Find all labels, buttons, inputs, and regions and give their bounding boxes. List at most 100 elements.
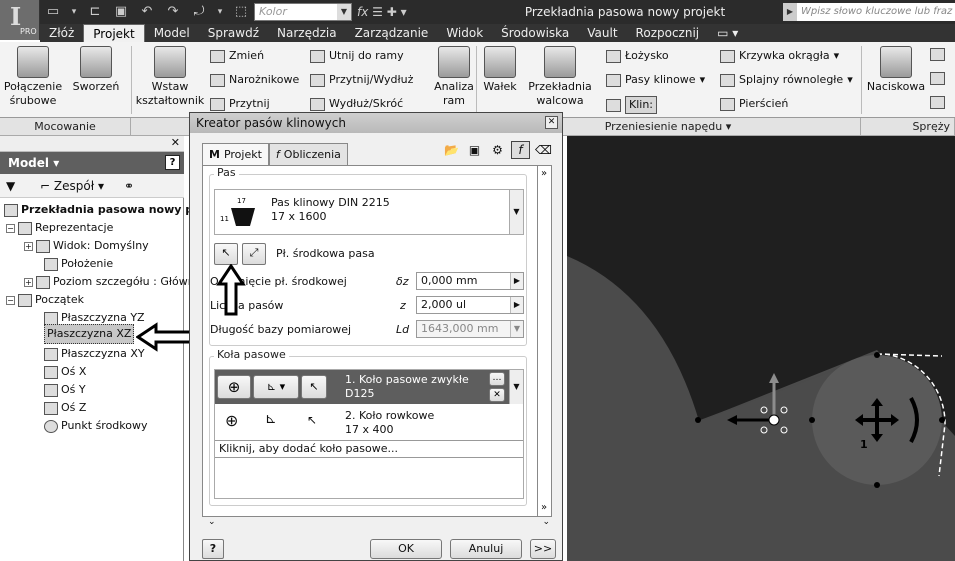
- belt-selector[interactable]: 17 11 Pas klinowy DIN 2215 17 x 1600 ▼: [214, 189, 524, 235]
- change-button[interactable]: Zmień: [210, 48, 264, 64]
- spring-torsion-icon[interactable]: [930, 72, 945, 85]
- flip-icon[interactable]: ⤢: [242, 243, 266, 265]
- close-icon[interactable]: ✕: [171, 136, 180, 149]
- collapse-double-icon[interactable]: ⌄: [208, 517, 216, 527]
- shaft-button[interactable]: Wałek: [478, 46, 522, 94]
- pulley-type-icon[interactable]: ⊕: [225, 411, 238, 430]
- tab-model[interactable]: Model: [145, 24, 199, 42]
- assembly-view-button[interactable]: ⌐ Zespół ▾: [40, 174, 104, 198]
- spring-extension-icon[interactable]: [930, 48, 945, 61]
- select-pulley-icon[interactable]: ↖: [301, 375, 327, 399]
- dialog-scrollbar[interactable]: » »: [538, 165, 552, 517]
- key-button[interactable]: Klin:: [606, 96, 658, 114]
- tab-widok[interactable]: Widok: [437, 24, 492, 42]
- binoculars-icon[interactable]: ⚭: [124, 174, 134, 198]
- new-dropdown-icon[interactable]: ▾: [68, 3, 80, 21]
- spur-gear-button[interactable]: Przekładnia walcowa: [526, 46, 594, 108]
- more-options-icon[interactable]: …: [489, 372, 505, 386]
- tab-sprawdz[interactable]: Sprawdź: [199, 24, 268, 42]
- tree-item-plane-xz[interactable]: Płaszczyzna XZ: [44, 323, 135, 344]
- settings-icon[interactable]: ⚙: [488, 141, 507, 159]
- chevron-down-icon[interactable]: ▾: [847, 72, 853, 88]
- bearing-button[interactable]: Łożysko: [606, 48, 669, 64]
- expand-icon[interactable]: +: [24, 241, 33, 251]
- color-select[interactable]: Kolor ▼: [254, 3, 352, 21]
- ok-button[interactable]: OK: [370, 539, 442, 559]
- scroll-down-icon[interactable]: »: [538, 502, 550, 514]
- compression-spring-button[interactable]: Naciskowa: [864, 46, 928, 94]
- tab-projekt[interactable]: Projekt: [83, 24, 145, 42]
- tab-obliczenia[interactable]: f Obliczenia: [268, 143, 348, 165]
- tree-root[interactable]: Przekładnia pasowa nowy p: [4, 201, 193, 219]
- offset-input[interactable]: 0,000 mm ▶: [416, 272, 524, 290]
- new-file-icon[interactable]: ▭: [42, 3, 64, 21]
- chevron-down-icon[interactable]: ▼: [509, 370, 523, 404]
- return-icon[interactable]: ⤾: [188, 3, 210, 21]
- eraser-icon[interactable]: ⌫: [534, 141, 553, 159]
- trim-button[interactable]: Przytnij: [210, 96, 270, 112]
- help-icon[interactable]: ?: [202, 539, 224, 559]
- retaining-ring-button[interactable]: Pierścień: [720, 96, 788, 112]
- parallel-splines-button[interactable]: Splajny równoległe ▾: [720, 72, 853, 88]
- open-icon[interactable]: ⊏: [84, 3, 106, 21]
- insert-frame-button[interactable]: Wstaw kształtownik: [134, 46, 206, 108]
- select-centerline-button[interactable]: ↖: [214, 243, 238, 265]
- belt-count-input[interactable]: 2,000 ul ▶: [416, 296, 524, 314]
- chevron-right-icon[interactable]: ▶: [510, 273, 523, 289]
- group-mocowanie[interactable]: Mocowanie: [0, 118, 131, 136]
- tab-projekt[interactable]: M Projekt: [202, 143, 269, 166]
- chevron-down-icon[interactable]: ▼: [509, 190, 523, 234]
- chevron-down-icon[interactable]: ▾: [834, 48, 840, 64]
- tab-srodowiska[interactable]: Środowiska: [492, 24, 578, 42]
- browser-header[interactable]: Model ▾ ?: [0, 152, 184, 174]
- pin-button[interactable]: Sworzeń: [68, 46, 124, 94]
- more-button[interactable]: >>: [530, 539, 556, 559]
- save-icon[interactable]: ▣: [110, 3, 132, 21]
- tree-item-center-point[interactable]: Punkt środkowy: [44, 417, 148, 435]
- tree-item-axis-z[interactable]: Oś Z: [44, 399, 86, 417]
- search-input[interactable]: ▶ Wpisz słowo kluczowe lub fraz: [783, 3, 955, 21]
- open-folder-icon[interactable]: 📂: [442, 141, 461, 159]
- collapse-icon[interactable]: −: [6, 223, 15, 233]
- dialog-title-bar[interactable]: Kreator pasów klinowych ✕: [190, 113, 562, 133]
- graphics-viewport[interactable]: 1: [567, 136, 955, 561]
- disc-cam-button[interactable]: Krzywka okrągła ▾: [720, 48, 839, 64]
- app-logo[interactable]: I PRO: [0, 0, 40, 40]
- cancel-button[interactable]: Anuluj: [450, 539, 522, 559]
- trim-extend-button[interactable]: Przytnij/Wydłuż: [310, 72, 413, 88]
- tab-vault[interactable]: Vault: [578, 24, 626, 42]
- search-arrow-icon[interactable]: ▶: [783, 3, 797, 21]
- tree-item-plane-xy[interactable]: Płaszczyzna XY: [44, 345, 145, 363]
- lengthen-shorten-button[interactable]: Wydłuż/Skróć: [310, 96, 403, 112]
- tab-narzedzia[interactable]: Narzędzia: [268, 24, 346, 42]
- scroll-up-icon[interactable]: »: [538, 168, 550, 180]
- tree-item-origin[interactable]: − Początek: [6, 291, 84, 309]
- bolted-connection-button[interactable]: Połączenie śrubowe: [2, 46, 64, 108]
- collapse-icon[interactable]: −: [6, 295, 15, 305]
- save-icon[interactable]: ▣: [465, 141, 484, 159]
- chevron-right-icon[interactable]: ▶: [510, 297, 523, 313]
- add-pulley-row[interactable]: Kliknij, aby dodać koło pasowe...: [215, 440, 523, 458]
- pulley-row-1[interactable]: ⊕ ⊾ ▾ ↖ 1. Koło pasowe zwykłe D125 … ✕: [215, 370, 509, 404]
- tree-item-representations[interactable]: − Reprezentacje: [6, 219, 113, 237]
- undo-icon[interactable]: ↶: [136, 3, 158, 21]
- tree-item-lod[interactable]: + Poziom szczegółu : Główn: [24, 273, 195, 291]
- tree-item-position[interactable]: Położenie: [44, 255, 113, 273]
- tree-item-axis-y[interactable]: Oś Y: [44, 381, 86, 399]
- tab-zloz[interactable]: Złóż: [40, 24, 83, 42]
- group-springs[interactable]: Spręży: [861, 118, 955, 136]
- chevron-down-icon[interactable]: ▾: [700, 72, 706, 88]
- chevron-down-icon[interactable]: ▼: [337, 4, 351, 20]
- expand-icon[interactable]: +: [24, 277, 33, 287]
- filter-icon[interactable]: ▼: [6, 174, 15, 198]
- tab-rozpocznij[interactable]: Rozpocznij: [627, 24, 709, 42]
- tree-item-view[interactable]: + Widok: Domyślny: [24, 237, 149, 255]
- help-icon[interactable]: ?: [165, 155, 180, 170]
- redo-icon[interactable]: ↷: [162, 3, 184, 21]
- expand-row[interactable]: ⌄ ⌄: [202, 517, 552, 529]
- expand-double-icon[interactable]: ⌄: [542, 517, 550, 527]
- fx-toolbar[interactable]: fx ☰ ✚ ▾: [357, 3, 449, 21]
- spring-belleville-icon[interactable]: [930, 96, 945, 109]
- miter-button[interactable]: Narożnikowe: [210, 72, 299, 88]
- video-icon[interactable]: ▭ ▾: [708, 24, 747, 42]
